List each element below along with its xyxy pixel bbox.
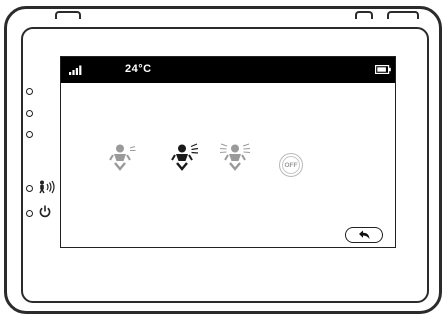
indicator-led-1	[26, 88, 33, 95]
indicator-led-2	[26, 110, 33, 117]
top-button-right[interactable]	[387, 11, 419, 19]
top-button-center[interactable]	[355, 11, 373, 19]
vox-led	[26, 185, 33, 192]
vibration-low-button[interactable]	[109, 143, 137, 173]
back-button[interactable]	[345, 227, 383, 243]
baby-vibration-medium-icon	[171, 143, 199, 171]
indicator-led-3	[26, 131, 33, 138]
vibration-high-button[interactable]	[219, 143, 251, 173]
baby-vibration-low-icon	[109, 144, 136, 171]
back-arrow-icon	[359, 230, 370, 239]
power-led	[26, 210, 33, 217]
temperature-readout: 24°C	[125, 63, 152, 75]
off-button[interactable]: OFF	[279, 153, 303, 177]
vox-sound-icon	[39, 180, 55, 194]
signal-bars-icon	[69, 65, 82, 75]
top-button-left[interactable]	[55, 11, 81, 19]
baby-vibration-high-icon	[219, 143, 251, 171]
power-icon	[39, 205, 51, 218]
vibration-medium-button[interactable]	[171, 143, 199, 173]
status-bar: 24°C	[61, 57, 395, 83]
battery-icon	[375, 65, 391, 74]
off-button-label: OFF	[282, 156, 300, 174]
lcd-screen: 24°C OFF	[60, 56, 396, 248]
